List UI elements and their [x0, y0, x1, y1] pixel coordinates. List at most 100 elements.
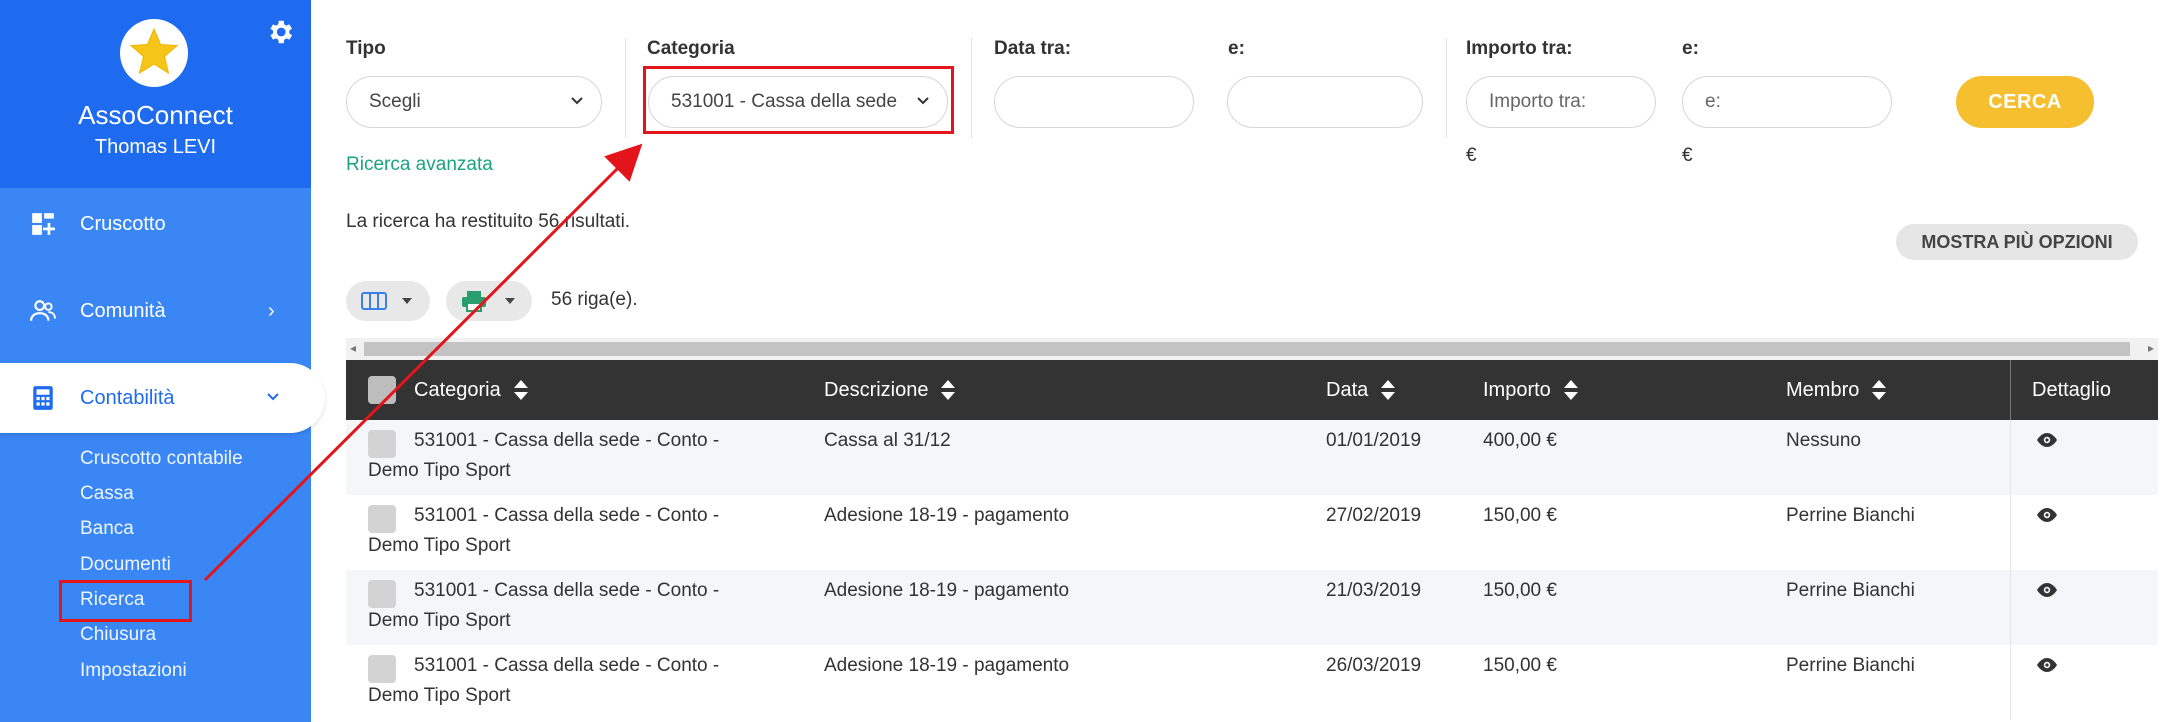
scrollbar-thumb[interactable] — [364, 342, 2130, 356]
data-e-label: e: — [1228, 38, 1245, 59]
select-all-checkbox[interactable] — [368, 376, 396, 404]
user-name: Thomas LEVI — [94, 136, 217, 158]
submenu-documenti[interactable]: Documenti — [80, 554, 171, 576]
cell-descrizione: Adesione 18-19 - pagamento — [824, 655, 1070, 676]
cell-importo: 150,00 € — [1483, 580, 1557, 601]
cell-categoria-cont: Demo Tipo Sport — [368, 610, 511, 631]
columns-toggle-button[interactable] — [346, 281, 430, 321]
filter-divider — [625, 38, 626, 138]
advanced-search-link[interactable]: Ricerca avanzata — [346, 154, 493, 176]
column-header-dettaglio: Dettaglio — [2032, 360, 2111, 420]
printer-icon — [462, 291, 486, 312]
submenu-cassa[interactable]: Cassa — [80, 483, 134, 505]
cell-categoria-cont: Demo Tipo Sport — [368, 460, 511, 481]
sidebar-header: AssoConnect Thomas LEVI — [0, 0, 311, 188]
column-divider — [2010, 420, 2011, 495]
cell-importo: 150,00 € — [1483, 655, 1557, 676]
cell-membro: Nessuno — [1786, 430, 1861, 451]
cell-data: 26/03/2019 — [1326, 655, 1422, 676]
tipo-select[interactable]: Scegli — [346, 76, 602, 128]
scroll-right-icon[interactable]: ▸ — [2148, 341, 2154, 355]
table-header: Categoria Descrizione Data Importo Membr… — [346, 360, 2158, 420]
scroll-left-icon[interactable]: ◂ — [350, 341, 356, 355]
column-label: Membro — [1786, 378, 1860, 401]
table-row[interactable]: 531001 - Cassa della sede - Conto - Demo… — [346, 570, 2158, 645]
organization-logo[interactable] — [120, 19, 188, 87]
column-label: Descrizione — [824, 378, 929, 401]
table-row[interactable]: 531001 - Cassa della sede - Conto - Demo… — [346, 495, 2158, 570]
tipo-label: Tipo — [346, 38, 386, 59]
data-to-input[interactable] — [1227, 76, 1423, 128]
horizontal-scrollbar[interactable]: ◂ ▸ — [346, 338, 2158, 360]
cell-membro: Perrine Bianchi — [1786, 655, 1915, 676]
results-summary: La ricerca ha restituito 56 risultati. — [346, 211, 631, 232]
row-checkbox[interactable] — [368, 655, 396, 683]
column-label: Importo — [1483, 378, 1551, 401]
cell-categoria: 531001 - Cassa della sede - Conto - — [414, 655, 720, 676]
column-divider — [2010, 360, 2011, 420]
nav-item-cruscotto[interactable]: Cruscotto — [0, 189, 311, 259]
column-label: Categoria — [414, 378, 501, 401]
categoria-label: Categoria — [647, 38, 735, 59]
cell-categoria-cont: Demo Tipo Sport — [368, 685, 511, 706]
importo-from-input[interactable]: Importo tra: — [1466, 76, 1656, 128]
column-header-importo[interactable]: Importo — [1483, 360, 1579, 420]
importo-tra-label: Importo tra: — [1466, 38, 1573, 59]
dashboard-icon — [32, 213, 55, 235]
nav-item-comunita[interactable]: Comunità › — [0, 276, 311, 346]
tipo-select-value: Scegli — [369, 91, 421, 112]
importo-to-input[interactable]: e: — [1682, 76, 1892, 128]
data-from-input[interactable] — [994, 76, 1194, 128]
columns-icon — [361, 292, 387, 310]
annotation-highlight-categoria — [643, 66, 954, 134]
table-row[interactable]: 531001 - Cassa della sede - Conto - Demo… — [346, 645, 2158, 720]
caret-down-icon — [505, 298, 515, 304]
row-checkbox[interactable] — [368, 430, 396, 458]
cell-membro: Perrine Bianchi — [1786, 580, 1915, 601]
cell-data: 27/02/2019 — [1326, 505, 1422, 526]
star-icon — [129, 27, 179, 75]
gear-icon[interactable] — [265, 17, 295, 47]
column-label: Dettaglio — [2032, 378, 2111, 401]
chevron-down-icon — [267, 393, 279, 401]
column-header-membro[interactable]: Membro — [1786, 360, 1887, 420]
eye-icon[interactable] — [2035, 432, 2059, 448]
filter-divider — [1446, 38, 1447, 138]
submenu-cruscotto-contabile[interactable]: Cruscotto contabile — [80, 448, 243, 470]
cell-descrizione: Cassa al 31/12 — [824, 430, 951, 451]
search-button[interactable]: CERCA — [1956, 76, 2094, 128]
column-divider — [2010, 570, 2011, 645]
eye-icon[interactable] — [2035, 657, 2059, 673]
row-count: 56 riga(e). — [551, 289, 638, 310]
submenu-impostazioni[interactable]: Impostazioni — [80, 660, 187, 682]
table-row[interactable]: 531001 - Cassa della sede - Conto - Demo… — [346, 420, 2158, 495]
cell-membro: Perrine Bianchi — [1786, 505, 1915, 526]
sort-icon — [513, 380, 528, 400]
submenu-chiusura[interactable]: Chiusura — [80, 624, 156, 646]
brand-name: AssoConnect — [78, 100, 233, 130]
data-tra-label: Data tra: — [994, 38, 1072, 59]
column-header-categoria[interactable]: Categoria — [414, 360, 529, 420]
cell-categoria: 531001 - Cassa della sede - Conto - — [414, 580, 720, 601]
nav-item-contabilita[interactable]: Contabilità — [0, 363, 325, 433]
cell-descrizione: Adesione 18-19 - pagamento — [824, 505, 1070, 526]
eye-icon[interactable] — [2035, 582, 2059, 598]
eye-icon[interactable] — [2035, 507, 2059, 523]
cell-descrizione: Adesione 18-19 - pagamento — [824, 580, 1070, 601]
print-export-button[interactable] — [446, 281, 532, 321]
caret-down-icon — [402, 298, 412, 304]
importo-from-placeholder: Importo tra: — [1489, 91, 1587, 112]
more-options-button[interactable]: MOSTRA PIÙ OPZIONI — [1896, 224, 2138, 260]
column-header-data[interactable]: Data — [1326, 360, 1396, 420]
cell-data: 01/01/2019 — [1326, 430, 1422, 451]
importo-e-label: e: — [1682, 38, 1699, 59]
row-checkbox[interactable] — [368, 505, 396, 533]
row-checkbox[interactable] — [368, 580, 396, 608]
cell-categoria: 531001 - Cassa della sede - Conto - — [414, 505, 720, 526]
submenu-banca[interactable]: Banca — [80, 518, 134, 540]
nav-label-cruscotto: Cruscotto — [80, 212, 166, 235]
currency-label: € — [1466, 145, 1477, 166]
column-header-descrizione[interactable]: Descrizione — [824, 360, 956, 420]
column-label: Data — [1326, 378, 1369, 401]
filter-divider — [971, 38, 972, 138]
